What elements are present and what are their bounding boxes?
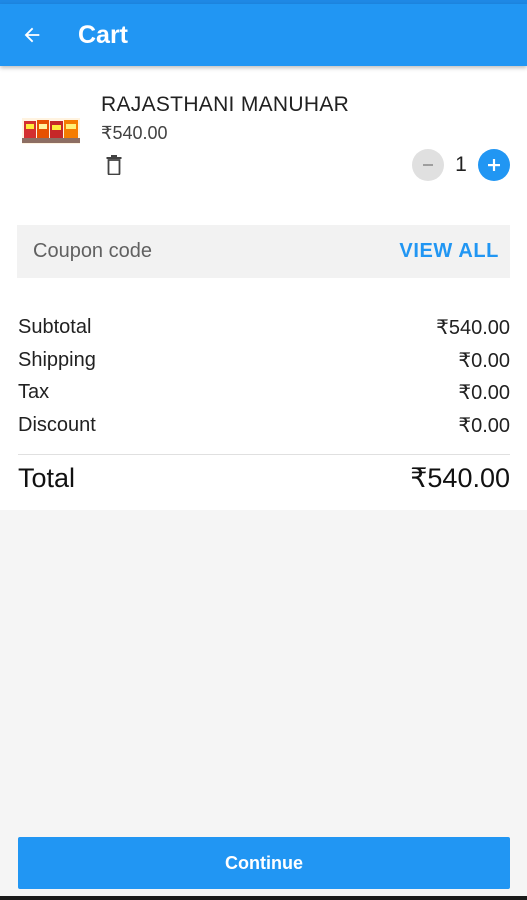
summary-row-shipping: Shipping ₹0.00 [18,344,510,377]
view-all-coupons-button[interactable]: VIEW ALL [399,240,499,263]
coupon-section: VIEW ALL [17,225,510,278]
increment-button[interactable] [478,149,510,181]
delete-item-button[interactable] [102,152,126,178]
summary-row-discount: Discount ₹0.00 [18,409,510,442]
minus-icon [423,164,433,166]
back-button[interactable] [0,4,64,66]
plus-icon [488,159,500,171]
arrow-left-icon [24,27,40,43]
summary-value: ₹0.00 [458,382,510,405]
total-label: Total [18,463,76,494]
summary-value: ₹0.00 [458,349,510,372]
summary-row-subtotal: Subtotal ₹540.00 [18,311,510,344]
product-name: RAJASTHANI MANUHAR [101,93,350,116]
product-thumbnail[interactable] [22,118,80,144]
product-price: ₹540.00 [101,123,168,143]
total-value: ₹540.00 [410,463,510,494]
cart-content: RAJASTHANI MANUHAR ₹540.00 1 Coupon code… [0,66,527,510]
summary-value: ₹0.00 [458,414,510,437]
quantity-value: 1 [455,153,467,176]
summary-row-total: Total ₹540.00 [18,455,510,503]
quantity-stepper: 1 [412,148,510,182]
cart-item: RAJASTHANI MANUHAR ₹540.00 1 [0,66,527,196]
summary-label: Subtotal [18,315,92,338]
summary-value: ₹540.00 [436,316,510,339]
page-title: Cart [78,20,129,49]
trash-icon [106,155,122,175]
summary-row-tax: Tax ₹0.00 [18,376,510,409]
coupon-code-input[interactable] [31,239,335,264]
continue-button[interactable]: Continue [18,837,510,889]
app-bar: Cart [0,4,527,66]
summary-label: Shipping [18,348,96,371]
decrement-button[interactable] [412,149,444,181]
bottom-edge [0,896,527,900]
summary-label: Tax [18,381,50,404]
order-summary: Subtotal ₹540.00 Shipping ₹0.00 Tax ₹0.0… [18,311,510,503]
summary-label: Discount [18,413,96,436]
